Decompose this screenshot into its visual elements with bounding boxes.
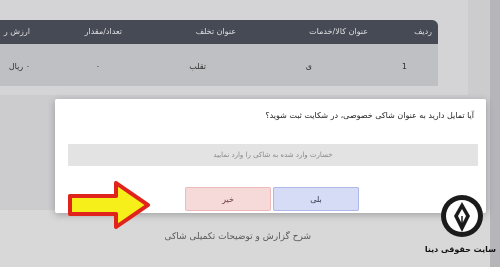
site-watermark: سایت حقوقی دینا (424, 245, 496, 254)
damage-amount-input[interactable] (68, 144, 478, 166)
no-button[interactable]: خیر (185, 187, 271, 211)
yes-button[interactable]: بلی (273, 187, 359, 211)
dialog-question: آیا تمایل دارید به عنوان شاکی خصوصی، در … (265, 111, 474, 120)
pointer-arrow-icon (68, 181, 150, 229)
